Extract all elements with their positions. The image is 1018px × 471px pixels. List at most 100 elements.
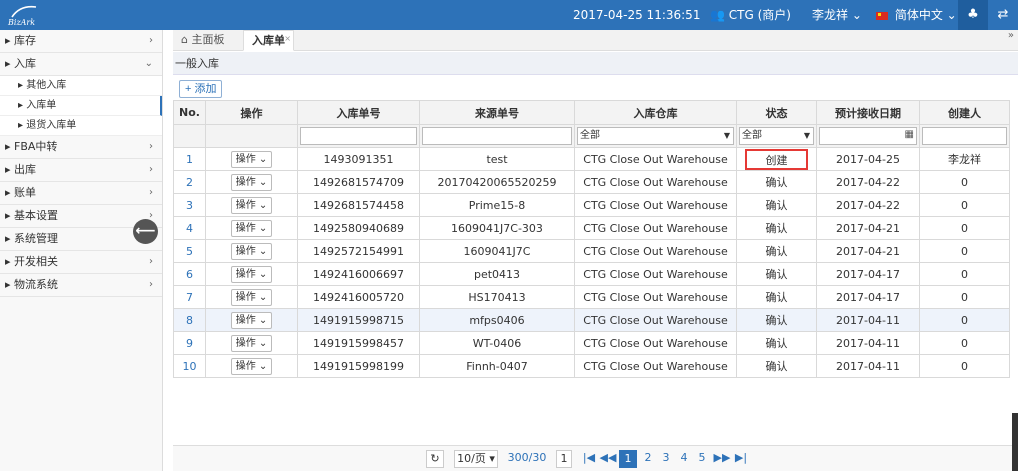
- column-header-expected-date[interactable]: 预计接收日期: [816, 100, 920, 125]
- caret-down-icon: ▼: [803, 131, 810, 140]
- table-body: 1 操作 ⌄ 1493091351 test CTG Close Out Warehou…: [173, 147, 1010, 378]
- warehouse-cell: CTG Close Out Warehouse: [574, 147, 737, 171]
- row-number: 8: [173, 308, 206, 332]
- filter-order-no-input[interactable]: [300, 127, 417, 145]
- column-header-source-no[interactable]: 来源单号: [419, 100, 575, 125]
- tab-inbound-order[interactable]: 入库单 ×: [243, 30, 294, 51]
- column-header-creator[interactable]: 创建人: [919, 100, 1010, 125]
- refresh-icon[interactable]: ↻: [426, 450, 444, 468]
- last-page-icon[interactable]: ▶|: [733, 450, 749, 468]
- row-action-dropdown[interactable]: 操作 ⌄: [230, 219, 273, 237]
- next-page-icon[interactable]: ▶▶: [713, 450, 731, 468]
- warehouse-cell: CTG Close Out Warehouse: [574, 239, 737, 263]
- expected-date-cell: 2017-04-17: [816, 285, 920, 309]
- filter-warehouse-select[interactable]: 全部 ▼: [577, 127, 734, 145]
- table-row[interactable]: 8 操作 ⌄ 1491915998715 mfps0406 CTG Close Out …: [173, 308, 1010, 332]
- sidebar-subitem-other-inbound[interactable]: ▸ 其他入库: [0, 76, 162, 96]
- page-button-1[interactable]: 1: [619, 450, 637, 468]
- svg-text:BizArk: BizArk: [7, 18, 35, 27]
- chevron-right-icon: ›: [149, 279, 153, 290]
- expected-date-cell: 2017-04-21: [816, 216, 920, 240]
- page-button-2[interactable]: 2: [640, 450, 656, 468]
- column-header-warehouse[interactable]: 入库仓库: [574, 100, 737, 125]
- row-action-dropdown[interactable]: 操作 ⌄: [230, 288, 273, 306]
- tab-more-icon[interactable]: »: [1008, 30, 1014, 41]
- sidebar-item-inventory[interactable]: ▸ 库存 ›: [0, 30, 162, 53]
- row-action-dropdown[interactable]: 操作 ⌄: [230, 357, 273, 375]
- filter-source-no-input[interactable]: [422, 127, 572, 145]
- row-action-dropdown[interactable]: 操作 ⌄: [230, 150, 273, 168]
- sidebar-item-billing[interactable]: ▸ 账单 ›: [0, 182, 162, 205]
- sidebar-item-logistics[interactable]: ▸ 物流系统 ›: [0, 274, 162, 297]
- row-action-dropdown[interactable]: 操作 ⌄: [230, 173, 273, 191]
- chevron-right-icon: ›: [149, 164, 153, 175]
- order-number-cell: 1491915998457: [297, 331, 420, 355]
- status-badge: 确认: [736, 331, 817, 355]
- table-row[interactable]: 4 操作 ⌄ 1492580940689 1609041J7C-303 CTG Clos…: [173, 216, 1010, 240]
- sidebar-subitem-return-inbound[interactable]: ▸ 退货入库单: [0, 116, 162, 136]
- source-number-cell: Prime15-8: [419, 193, 575, 217]
- table-row[interactable]: 9 操作 ⌄ 1491915998457 WT-0406 CTG Close Out W…: [173, 331, 1010, 355]
- table-row[interactable]: 5 操作 ⌄ 1492572154991 1609041J7C CTG Close Ou…: [173, 239, 1010, 263]
- table-row[interactable]: 10 操作 ⌄ 1491915998199 Finnh-0407 CTG Close O…: [173, 354, 1010, 378]
- tab-dashboard[interactable]: ⌂ 主面板: [173, 30, 232, 51]
- row-number: 1: [173, 147, 206, 171]
- sidebar-collapse-icon[interactable]: ⟵: [133, 219, 158, 244]
- order-number-cell: 1492681574709: [297, 170, 420, 194]
- sidebar-item-label: ▸ 出库: [5, 163, 37, 176]
- row-action-dropdown[interactable]: 操作 ⌄: [230, 334, 273, 352]
- chevron-down-icon: ⌄: [946, 8, 957, 22]
- table-row[interactable]: 7 操作 ⌄ 1492416005720 HS170413 CTG Close Out …: [173, 285, 1010, 309]
- page-number-input[interactable]: 1: [556, 450, 572, 468]
- status-badge: 确认: [736, 354, 817, 378]
- column-header-order-no[interactable]: 入库单号: [297, 100, 420, 125]
- page-button-4[interactable]: 4: [676, 450, 692, 468]
- swap-icon[interactable]: ⇄: [988, 0, 1018, 30]
- filter-date-input[interactable]: ▦: [819, 127, 917, 145]
- calendar-icon[interactable]: ▦: [905, 129, 914, 140]
- filter-creator-input[interactable]: [922, 127, 1007, 145]
- company-menu[interactable]: 👥 CTG (商户): [710, 0, 791, 30]
- language-menu[interactable]: 简体中文 ⌄: [876, 0, 957, 30]
- bell-icon[interactable]: ♣: [958, 0, 988, 30]
- close-icon[interactable]: ×: [284, 29, 291, 49]
- page-button-3[interactable]: 3: [658, 450, 674, 468]
- sidebar-item-inbound[interactable]: ▸ 入库 ⌄: [0, 53, 162, 76]
- user-menu[interactable]: 李龙祥 ⌄: [812, 0, 862, 30]
- row-number: 6: [173, 262, 206, 286]
- column-header-action: 操作: [205, 100, 298, 125]
- filter-status-select[interactable]: 全部 ▼: [739, 127, 814, 145]
- source-number-cell: 20170420065520259: [419, 170, 575, 194]
- page-button-5[interactable]: 5: [694, 450, 710, 468]
- bizark-logo[interactable]: BizArk: [6, 3, 46, 27]
- sidebar-item-label: ▸ 物流系统: [5, 278, 59, 291]
- sidebar: ▸ 库存 › ▸ 入库 ⌄ ▸ 其他入库 ▸ 入库单 ▸ 退货入库单 ▸ FBA…: [0, 30, 163, 471]
- source-number-cell: test: [419, 147, 575, 171]
- sidebar-item-fba[interactable]: ▸ FBA中转 ›: [0, 136, 162, 159]
- row-number: 2: [173, 170, 206, 194]
- tab-label: 主面板: [191, 33, 225, 46]
- source-number-cell: pet0413: [419, 262, 575, 286]
- sidebar-item-outbound[interactable]: ▸ 出库 ›: [0, 159, 162, 182]
- order-number-cell: 1492572154991: [297, 239, 420, 263]
- order-number-cell: 1491915998199: [297, 354, 420, 378]
- sidebar-subitem-inbound-order[interactable]: ▸ 入库单: [0, 96, 162, 116]
- page-size-select[interactable]: 10/页 ▾: [454, 450, 498, 468]
- table-row[interactable]: 2 操作 ⌄ 1492681574709 20170420065520259 CTG C…: [173, 170, 1010, 194]
- add-button[interactable]: + 添加: [179, 80, 223, 98]
- table-row[interactable]: 6 操作 ⌄ 1492416006697 pet0413 CTG Close Out W…: [173, 262, 1010, 286]
- sidebar-item-dev[interactable]: ▸ 开发相关 ›: [0, 251, 162, 274]
- row-action-dropdown[interactable]: 操作 ⌄: [230, 242, 273, 260]
- row-action-dropdown[interactable]: 操作 ⌄: [230, 311, 273, 329]
- prev-page-icon[interactable]: ◀◀: [599, 450, 617, 468]
- column-header-status[interactable]: 状态: [736, 100, 817, 125]
- table-row[interactable]: 1 操作 ⌄ 1493091351 test CTG Close Out Warehou…: [173, 147, 1010, 171]
- sidebar-item-label: ▸ 库存: [5, 34, 37, 47]
- row-action-dropdown[interactable]: 操作 ⌄: [230, 196, 273, 214]
- warehouse-cell: CTG Close Out Warehouse: [574, 354, 737, 378]
- vertical-scrollbar[interactable]: [1012, 413, 1018, 471]
- order-number-cell: 1492416006697: [297, 262, 420, 286]
- row-action-dropdown[interactable]: 操作 ⌄: [230, 265, 273, 283]
- first-page-icon[interactable]: |◀: [581, 450, 597, 468]
- table-row[interactable]: 3 操作 ⌄ 1492681574458 Prime15-8 CTG Close Out…: [173, 193, 1010, 217]
